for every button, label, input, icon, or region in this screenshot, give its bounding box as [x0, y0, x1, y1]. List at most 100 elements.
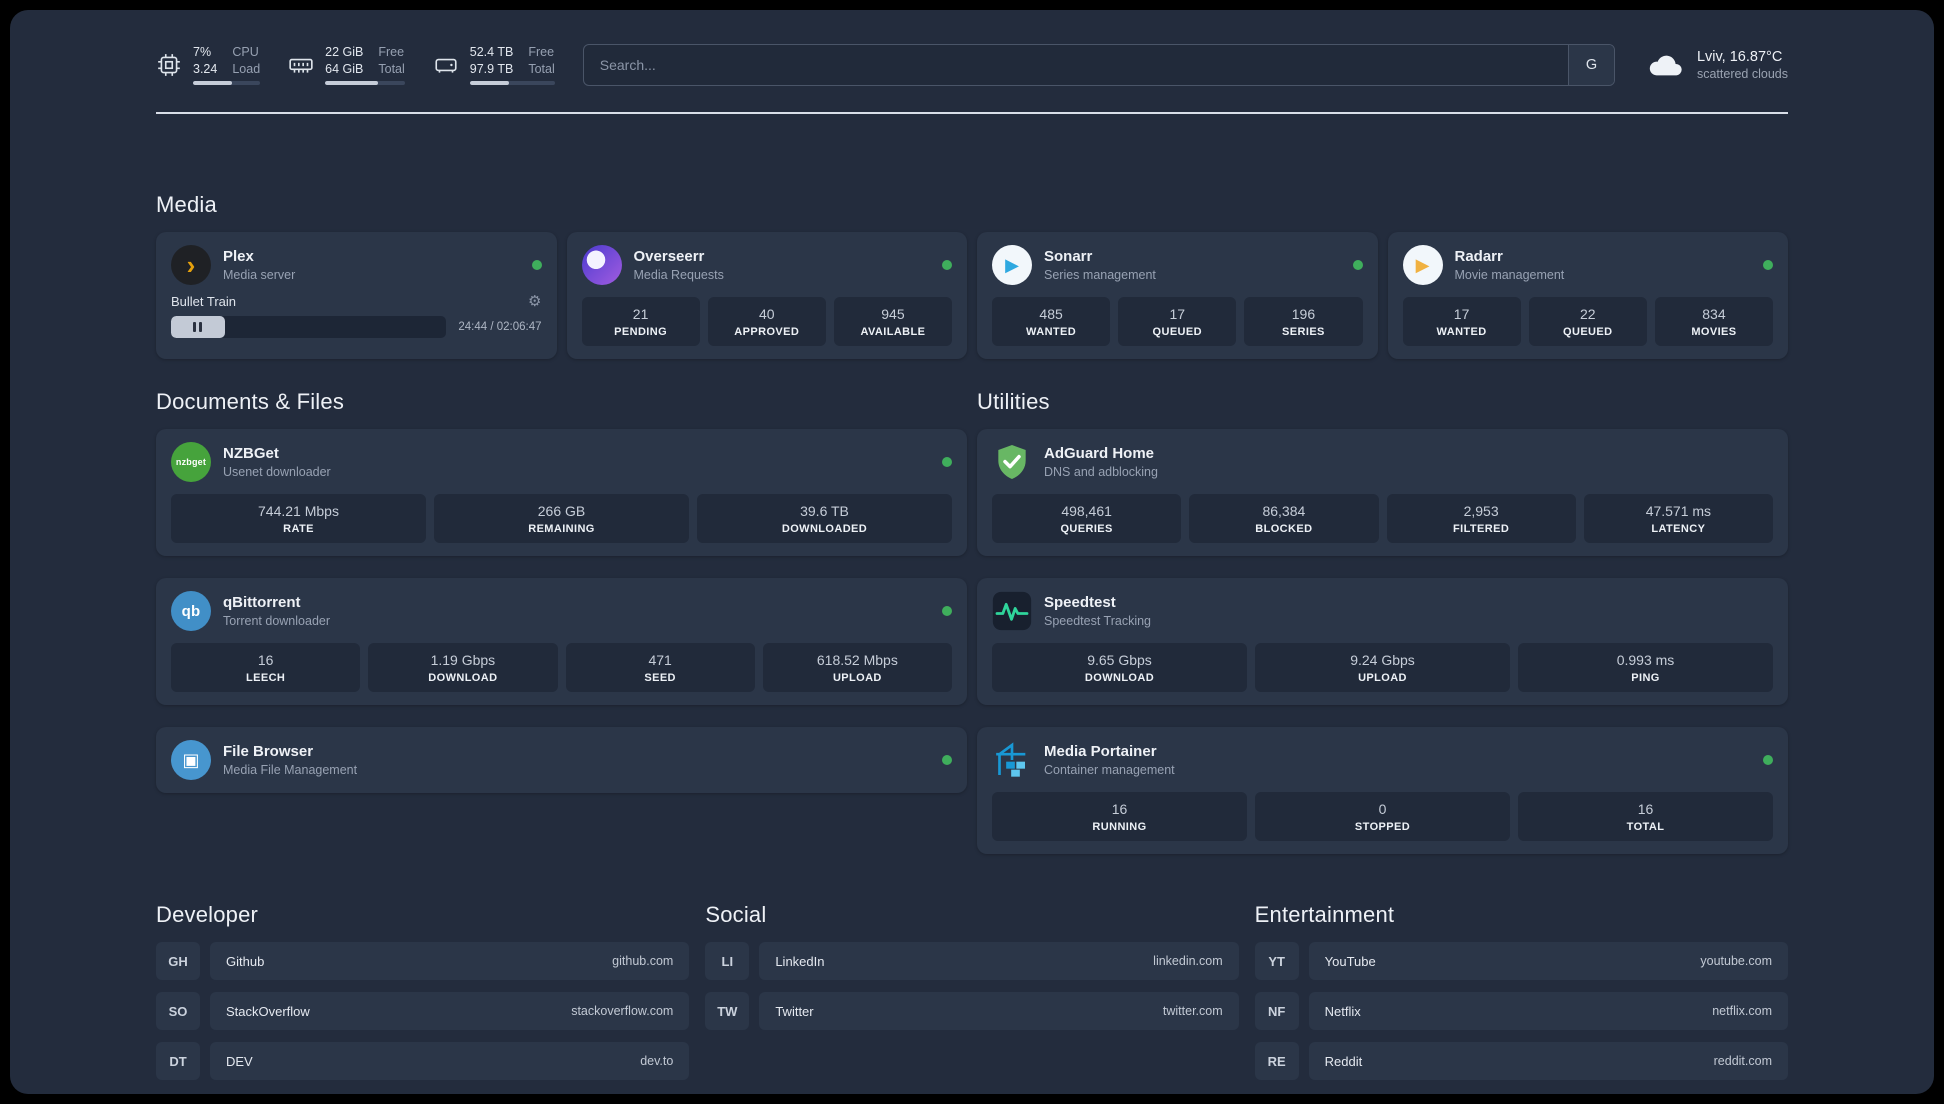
qbittorrent-icon: qb — [171, 591, 211, 631]
bookmark-link[interactable]: Netflix netflix.com — [1308, 992, 1788, 1030]
bookmark-name: Github — [226, 953, 265, 969]
stat-upload: 618.52 Mbps UPLOAD — [762, 643, 952, 692]
service-card-plex[interactable]: › Plex Media server Bullet Train ⚙ 24:44 / 02… — [156, 232, 557, 359]
stat-value: 16 — [1637, 801, 1654, 817]
filebrowser-icon: ▣ — [171, 740, 211, 780]
service-subtitle: Container management — [1044, 763, 1175, 777]
stat-label: QUEUED — [1152, 326, 1202, 338]
stat-value: 86,384 — [1262, 503, 1306, 519]
nzbget-icon: nzbget — [171, 442, 211, 482]
stat-label: SEED — [644, 672, 676, 684]
service-name: Sonarr — [1044, 248, 1093, 265]
bookmark-url: youtube.com — [1700, 954, 1772, 968]
stat-value: 40 — [758, 306, 775, 322]
stat-value: 1.19 Gbps — [430, 652, 496, 668]
bookmark-link[interactable]: LinkedIn linkedin.com — [759, 942, 1239, 980]
service-name: Plex — [223, 248, 254, 265]
disk-progress-bar — [469, 80, 555, 85]
bookmark-link[interactable]: Github github.com — [210, 942, 690, 980]
speedtest-wave-icon — [992, 591, 1032, 631]
service-name: Speedtest — [1044, 594, 1116, 611]
ram-widget: 22 GiB 64 GiB Free Total — [288, 45, 405, 85]
service-name: Radarr — [1454, 248, 1503, 265]
stat-value: 16 — [1111, 801, 1128, 817]
stat-label: AVAILABLE — [860, 326, 926, 338]
service-name: qBittorrent — [223, 594, 301, 611]
service-subtitle: Media server — [223, 268, 296, 282]
service-card-radarr[interactable]: ▶ Radarr Movie management 17 WANTED 22 QUEUED 8… — [1387, 232, 1788, 359]
cpu-label: CPU — [232, 45, 259, 60]
service-card-speedtest[interactable]: Speedtest Speedtest Tracking 9.65 Gbps DOWN… — [977, 578, 1788, 705]
service-card-file-browser[interactable]: ▣ File Browser Media File Management — [156, 727, 967, 793]
bookmark-link[interactable]: StackOverflow stackoverflow.com — [210, 992, 690, 1030]
stat-value: 39.6 TB — [800, 503, 849, 519]
stat-value: 618.52 Mbps — [816, 652, 898, 668]
cpu-icon — [158, 54, 180, 76]
section-title-media: Media — [156, 192, 217, 217]
bookmark-abbr: NF — [1254, 992, 1299, 1030]
status-dot-online — [942, 755, 952, 765]
dashboard-root: 7% 3.24 CPU Load 22 GiB 64 GiB Free Tota… — [10, 10, 1934, 1094]
service-subtitle: Media Requests — [633, 268, 724, 282]
stat-approved: 40 APPROVED — [707, 297, 826, 346]
stat-label: WANTED — [1026, 326, 1077, 338]
service-card-qbittorrent[interactable]: qb qBittorrent Torrent downloader 16 LEECH 1.… — [156, 578, 967, 705]
status-dot-online — [531, 260, 542, 270]
stat-label: PENDING — [614, 326, 668, 338]
stat-value: 9.65 Gbps — [1087, 652, 1152, 668]
stat-value: 0 — [1378, 801, 1387, 817]
bookmark-link[interactable]: YouTube youtube.com — [1308, 942, 1788, 980]
playback-time: 24:44 / 02:06:47 — [458, 321, 542, 333]
bookmark-abbr: TW — [705, 992, 750, 1030]
weather-widget: Lviv, 16.87°C scattered clouds — [1645, 45, 1788, 85]
weather-condition: scattered clouds — [1696, 67, 1788, 81]
bookmark-reddit: RE Reddit reddit.com — [1254, 1042, 1788, 1080]
search-provider-button[interactable]: G — [1567, 45, 1614, 85]
stat-value: 196 — [1291, 306, 1316, 322]
disk-total-value: 97.9 TB — [469, 61, 514, 76]
stat-label: RATE — [283, 523, 314, 535]
cpu-progress-bar — [193, 80, 261, 85]
service-subtitle: Movie management — [1454, 268, 1565, 282]
stat-filtered: 2,953 FILTERED — [1386, 494, 1576, 543]
bookmark-url: reddit.com — [1713, 1054, 1772, 1068]
radarr-icon: ▶ — [1402, 245, 1443, 285]
sonarr-icon: ▶ — [992, 245, 1032, 285]
stat-value: 16 — [257, 652, 274, 668]
bookmark-link[interactable]: Twitter twitter.com — [759, 992, 1239, 1030]
service-card-media-portainer[interactable]: Media Portainer Container management 16 RUN… — [977, 727, 1788, 854]
bookmark-github: GH Github github.com — [156, 942, 690, 980]
service-card-sonarr[interactable]: ▶ Sonarr Series management 485 WANTED 17 QUEUE… — [977, 232, 1378, 359]
service-subtitle: Series management — [1044, 268, 1156, 282]
now-playing-widget: Bullet Train ⚙ 24:44 / 02:06:47 — [171, 294, 542, 338]
ram-progress-bar — [325, 80, 405, 85]
service-card-nzbget[interactable]: nzbget NZBGet Usenet downloader 744.21 Mbps… — [156, 429, 967, 556]
bookmark-section-entertainment: Entertainment YT YouTube youtube.com NF Netfl… — [1254, 902, 1788, 1080]
bookmark-url: stackoverflow.com — [571, 1004, 674, 1018]
service-card-overseerr[interactable]: Overseerr Media Requests 21 PENDING 40 APPROV… — [566, 232, 967, 359]
bookmark-link[interactable]: DEV dev.to — [210, 1042, 690, 1080]
stat-value: 2,953 — [1463, 503, 1499, 519]
stat-label: DOWNLOAD — [428, 672, 498, 684]
stat-value: 498,461 — [1061, 503, 1112, 519]
section-title-utilities: Utilities — [977, 389, 1050, 414]
bookmark-youtube: YT YouTube youtube.com — [1254, 942, 1788, 980]
portainer-crane-icon — [992, 740, 1032, 780]
search-input[interactable] — [583, 45, 1568, 85]
service-card-adguard-home[interactable]: AdGuard Home DNS and adblocking 498,461 QUE… — [977, 429, 1788, 556]
stat-download: 1.19 Gbps DOWNLOAD — [368, 643, 558, 692]
pause-icon[interactable] — [192, 322, 204, 332]
bookmark-name: Twitter — [775, 1003, 814, 1019]
section-title-developer: Developer — [156, 902, 259, 927]
playback-progress-bar[interactable] — [171, 316, 447, 338]
stat-movies: 834 MOVIES — [1654, 297, 1774, 346]
bookmark-link[interactable]: Reddit reddit.com — [1308, 1042, 1788, 1080]
stat-label: PING — [1631, 672, 1660, 684]
stat-value: 485 — [1039, 306, 1063, 322]
plex-icon: › — [171, 245, 211, 285]
stat-label: LEECH — [245, 672, 286, 684]
stat-queued: 22 QUEUED — [1528, 297, 1647, 346]
service-name: AdGuard Home — [1044, 445, 1155, 462]
status-dot-online — [1352, 260, 1363, 270]
gear-icon[interactable]: ⚙ — [528, 294, 541, 309]
